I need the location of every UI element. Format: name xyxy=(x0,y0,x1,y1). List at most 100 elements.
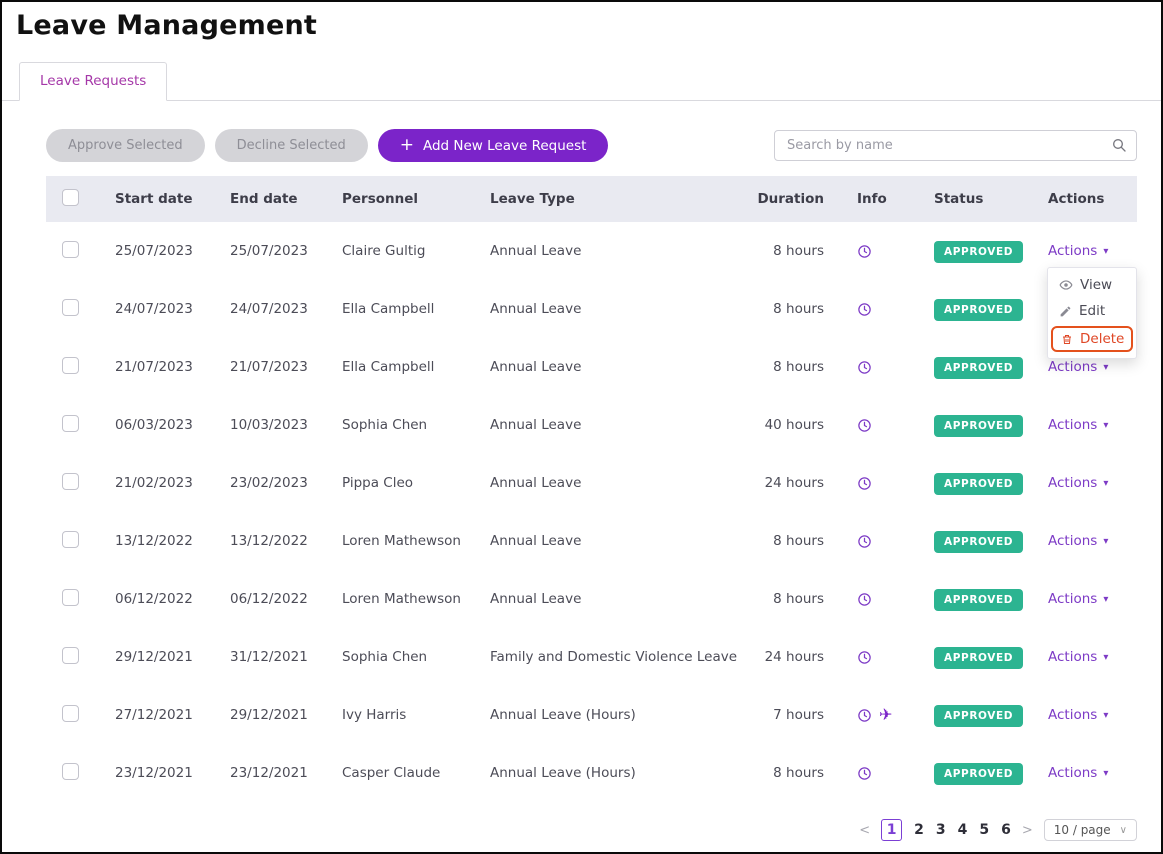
cell-info: ✈ xyxy=(842,417,914,433)
tab-leave-requests[interactable]: Leave Requests xyxy=(19,62,168,101)
menu-item-edit[interactable]: Edit xyxy=(1048,298,1136,324)
row-checkbox[interactable] xyxy=(62,472,79,490)
cell-personnel: Loren Mathewson xyxy=(342,591,461,607)
menu-view-label: View xyxy=(1080,277,1113,293)
row-actions-button[interactable]: Actions ▾ xyxy=(1048,591,1108,607)
row-actions-button[interactable]: Actions ▾ xyxy=(1048,417,1108,433)
cell-leave-type: Family and Domestic Violence Leave xyxy=(490,649,738,665)
cell-duration: 24 hours xyxy=(764,475,824,491)
row-actions-button[interactable]: Actions ▾ xyxy=(1048,707,1108,723)
approve-selected-button[interactable]: Approve Selected xyxy=(46,129,205,162)
select-all-checkbox[interactable] xyxy=(62,188,79,206)
search-icon[interactable] xyxy=(1111,137,1127,157)
page-number-3[interactable]: 3 xyxy=(936,822,946,838)
cell-duration: 8 hours xyxy=(773,243,824,259)
table-row: 21/07/2023 21/07/2023 Ella Campbell Annu… xyxy=(46,338,1137,396)
search-input[interactable] xyxy=(774,130,1137,161)
cell-end-date: 23/12/2021 xyxy=(230,765,308,781)
cell-end-date: 31/12/2021 xyxy=(230,649,308,665)
eye-icon xyxy=(1059,278,1073,292)
cell-start-date: 29/12/2021 xyxy=(115,649,193,665)
page-number-1[interactable]: 1 xyxy=(881,819,903,841)
cell-leave-type: Annual Leave (Hours) xyxy=(490,765,636,781)
status-badge: APPROVED xyxy=(934,531,1024,553)
row-checkbox[interactable] xyxy=(62,298,79,316)
page-number-6[interactable]: 6 xyxy=(1001,822,1011,838)
cell-leave-type: Annual Leave xyxy=(490,359,582,375)
clock-icon xyxy=(857,244,872,259)
cell-personnel: Claire Gultig xyxy=(342,243,426,259)
cell-duration: 7 hours xyxy=(773,707,824,723)
cell-duration: 8 hours xyxy=(773,533,824,549)
cell-info: ✈ xyxy=(842,591,914,607)
row-checkbox[interactable] xyxy=(62,356,79,374)
chevron-down-icon: ▾ xyxy=(1103,419,1109,431)
cell-leave-type: Annual Leave xyxy=(490,475,582,491)
row-checkbox[interactable] xyxy=(62,588,79,606)
clock-icon xyxy=(857,708,872,723)
cell-start-date: 21/02/2023 xyxy=(115,475,193,491)
cell-duration: 24 hours xyxy=(764,649,824,665)
header-leave-type: Leave Type xyxy=(490,191,575,207)
table-row: 25/07/2023 25/07/2023 Claire Gultig Annu… xyxy=(46,222,1137,280)
page-number-2[interactable]: 2 xyxy=(914,822,924,838)
cell-personnel: Ivy Harris xyxy=(342,707,407,723)
menu-item-view[interactable]: View xyxy=(1048,272,1136,298)
cell-end-date: 06/12/2022 xyxy=(230,591,308,607)
row-checkbox[interactable] xyxy=(62,530,79,548)
status-badge: APPROVED xyxy=(934,473,1024,495)
row-checkbox[interactable] xyxy=(62,240,79,258)
row-actions-button[interactable]: Actions ▾ xyxy=(1048,649,1108,665)
page-title: Leave Management xyxy=(16,10,317,41)
row-actions-button[interactable]: Actions ▾ xyxy=(1048,765,1108,781)
row-actions-button[interactable]: Actions ▾ xyxy=(1048,359,1108,375)
page-size-select[interactable]: 10 / page ∨ xyxy=(1043,819,1137,841)
cell-info: ✈ xyxy=(842,475,914,491)
row-actions-button[interactable]: Actions ▾ xyxy=(1048,475,1108,491)
actions-link-label: Actions xyxy=(1048,475,1098,491)
cell-start-date: 06/03/2023 xyxy=(115,417,193,433)
pagination-prev-icon[interactable]: < xyxy=(859,823,870,838)
cell-info: ✈ xyxy=(842,765,914,781)
cell-personnel: Ella Campbell xyxy=(342,301,435,317)
row-checkbox[interactable] xyxy=(62,646,79,664)
chevron-down-icon: ▾ xyxy=(1103,535,1109,547)
pencil-icon xyxy=(1059,305,1072,318)
page-number-4[interactable]: 4 xyxy=(958,822,968,838)
table-row: 13/12/2022 13/12/2022 Loren Mathewson An… xyxy=(46,512,1137,570)
row-checkbox[interactable] xyxy=(62,414,79,432)
cell-personnel: Loren Mathewson xyxy=(342,533,461,549)
cell-personnel: Ella Campbell xyxy=(342,359,435,375)
header-info: Info xyxy=(857,191,887,207)
cell-end-date: 24/07/2023 xyxy=(230,301,308,317)
actions-link-label: Actions xyxy=(1048,649,1098,665)
pagination: < 123456 > 10 / page ∨ xyxy=(46,802,1137,852)
cell-start-date: 24/07/2023 xyxy=(115,301,193,317)
menu-edit-label: Edit xyxy=(1079,303,1106,319)
cell-personnel: Sophia Chen xyxy=(342,417,428,433)
cell-personnel: Pippa Cleo xyxy=(342,475,414,491)
menu-item-delete[interactable]: Delete xyxy=(1051,326,1133,352)
pagination-next-icon[interactable]: > xyxy=(1022,823,1033,838)
main-content: Approve Selected Decline Selected + Add … xyxy=(2,101,1161,852)
clock-icon xyxy=(857,476,872,491)
cell-start-date: 13/12/2022 xyxy=(115,533,193,549)
row-actions-button[interactable]: Actions ▾ xyxy=(1048,243,1108,259)
decline-selected-button[interactable]: Decline Selected xyxy=(214,129,368,162)
table-row: 06/03/2023 10/03/2023 Sophia Chen Annual… xyxy=(46,396,1137,454)
cell-start-date: 23/12/2021 xyxy=(115,765,193,781)
status-badge: APPROVED xyxy=(934,705,1024,727)
row-actions-button[interactable]: Actions ▾ xyxy=(1048,533,1108,549)
cell-leave-type: Annual Leave (Hours) xyxy=(490,707,636,723)
row-checkbox[interactable] xyxy=(62,762,79,780)
cell-end-date: 25/07/2023 xyxy=(230,243,308,259)
page-number-5[interactable]: 5 xyxy=(979,822,989,838)
cell-start-date: 21/07/2023 xyxy=(115,359,193,375)
row-checkbox[interactable] xyxy=(62,704,79,722)
header-actions: Actions xyxy=(1048,191,1105,207)
toolbar: Approve Selected Decline Selected + Add … xyxy=(46,129,1137,162)
add-new-leave-request-button[interactable]: + Add New Leave Request xyxy=(377,129,609,162)
cell-info: ✈ xyxy=(842,533,914,549)
table-row: 06/12/2022 06/12/2022 Loren Mathewson An… xyxy=(46,570,1137,628)
clock-icon xyxy=(857,418,872,433)
